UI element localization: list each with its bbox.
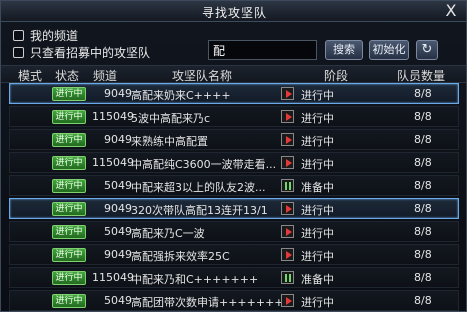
channel-cell: 9049 (104, 202, 132, 215)
phase-cell: 进行中 (301, 89, 334, 102)
party-name-cell: 高配团带次数申请+++++++... (131, 296, 295, 309)
members-cell: 8/8 (414, 110, 432, 123)
my-channel-checkbox[interactable]: 我的频道 (13, 27, 78, 44)
phase-cell: 准备中 (301, 181, 334, 194)
table-row[interactable]: 进行中 9049 来熟练中高配置 进行中 8/8 (9, 129, 459, 150)
refresh-icon[interactable]: ↻ (416, 40, 438, 60)
table-row[interactable]: 进行中 9049 高配来奶来C++++ 进行中 8/8 (9, 83, 459, 104)
channel-cell: 5049 (104, 225, 132, 238)
channel-cell: 115049 (92, 271, 134, 284)
phase-cell: 进行中 (301, 296, 334, 309)
column-status[interactable]: 状态 (55, 67, 79, 84)
phase-play-icon (281, 225, 294, 238)
status-badge: 进行中 (52, 225, 86, 239)
party-name-cell: 高配强拆来效率25C (131, 250, 230, 263)
party-name-cell: 中高配纯C3600一波带走看... (131, 158, 277, 171)
status-badge: 进行中 (52, 87, 86, 101)
members-cell: 8/8 (414, 87, 432, 100)
recruiting-only-label: 只查看招募中的攻坚队 (30, 46, 151, 60)
channel-cell: 9049 (104, 87, 132, 100)
channel-cell: 9049 (104, 133, 132, 146)
members-cell: 8/8 (414, 294, 432, 307)
filter-panel: 我的频道 只查看招募中的攻坚队 搜索 初始化 ↻ (1, 23, 466, 65)
table-row[interactable]: 进行中 9049 高配强拆来效率25C 进行中 8/8 (9, 244, 459, 265)
phase-cell: 进行中 (301, 250, 334, 263)
table-row[interactable]: 进行中 115049 5波中高配来乃c 进行中 8/8 (9, 106, 459, 127)
party-name-cell: 高配来乃C一波 (131, 227, 205, 240)
phase-cell: 进行中 (301, 204, 334, 217)
channel-cell: 9049 (104, 248, 132, 261)
table-row[interactable]: 进行中 5049 高配来乃C一波 进行中 8/8 (9, 221, 459, 242)
recruiting-only-checkbox[interactable]: 只查看招募中的攻坚队 (13, 44, 150, 61)
search-button[interactable]: 搜索 (325, 40, 363, 60)
table-row[interactable]: 进行中 9049 320次带队高配13连开13/1 进行中 8/8 (9, 198, 459, 219)
members-cell: 8/8 (414, 202, 432, 215)
channel-cell: 5049 (104, 179, 132, 192)
column-phase[interactable]: 阶段 (324, 67, 348, 84)
status-badge: 进行中 (52, 179, 86, 193)
phase-play-icon (281, 202, 294, 215)
party-name-cell: 中配来超3以上的队友2波... (131, 181, 266, 194)
channel-cell: 115049 (92, 110, 134, 123)
party-name-cell: 中配来乃和C+++++++ (131, 273, 259, 286)
members-cell: 8/8 (414, 225, 432, 238)
party-name-cell: 来熟练中高配置 (131, 135, 208, 148)
raid-party-list: 进行中 9049 高配来奶来C++++ 进行中 8/8 进行中 115049 5波中高配来乃c… (1, 83, 466, 311)
phase-play-icon (281, 133, 294, 146)
phase-play-icon (281, 87, 294, 100)
status-badge: 进行中 (52, 202, 86, 216)
phase-cell: 进行中 (301, 135, 334, 148)
phase-pause-icon (281, 179, 294, 192)
members-cell: 8/8 (414, 271, 432, 284)
channel-cell: 5049 (104, 294, 132, 307)
phase-pause-icon (281, 271, 294, 284)
members-cell: 8/8 (414, 156, 432, 169)
status-badge: 进行中 (52, 248, 86, 262)
column-name[interactable]: 攻坚队名称 (172, 67, 232, 84)
table-header: 模式 状态 频道 攻坚队名称 阶段 队员数量 (1, 65, 466, 84)
status-badge: 进行中 (52, 156, 86, 170)
channel-cell: 115049 (92, 156, 134, 169)
title-bar[interactable]: 寻找攻坚队 X (1, 1, 466, 22)
members-cell: 8/8 (414, 179, 432, 192)
status-badge: 进行中 (52, 110, 86, 124)
phase-cell: 进行中 (301, 227, 334, 240)
column-channel[interactable]: 频道 (93, 67, 117, 84)
members-cell: 8/8 (414, 248, 432, 261)
party-name-cell: 320次带队高配13连开13/1 (131, 204, 268, 217)
reset-button[interactable]: 初始化 (369, 40, 409, 60)
phase-play-icon (281, 248, 294, 261)
table-row[interactable]: 进行中 5049 高配团带次数申请+++++++... 进行中 8/8 (9, 290, 459, 311)
status-badge: 进行中 (52, 294, 86, 308)
search-input[interactable] (208, 40, 317, 60)
phase-play-icon (281, 110, 294, 123)
status-badge: 进行中 (52, 271, 86, 285)
table-row[interactable]: 进行中 115049 中高配纯C3600一波带走看... 进行中 8/8 (9, 152, 459, 173)
phase-cell: 进行中 (301, 112, 334, 125)
checkbox-icon[interactable] (13, 30, 24, 41)
phase-cell: 进行中 (301, 158, 334, 171)
phase-play-icon (281, 294, 294, 307)
checkbox-icon[interactable] (13, 47, 24, 58)
members-cell: 8/8 (414, 133, 432, 146)
table-row[interactable]: 进行中 115049 中配来乃和C+++++++ 准备中 8/8 (9, 267, 459, 288)
phase-cell: 准备中 (301, 273, 334, 286)
status-badge: 进行中 (52, 133, 86, 147)
party-name-cell: 高配来奶来C++++ (131, 89, 231, 102)
table-row[interactable]: 进行中 5049 中配来超3以上的队友2波... 准备中 8/8 (9, 175, 459, 196)
find-raid-party-window: 寻找攻坚队 X 我的频道 只查看招募中的攻坚队 搜索 初始化 ↻ 模式 状态 频… (0, 0, 467, 312)
phase-play-icon (281, 156, 294, 169)
column-members[interactable]: 队员数量 (397, 67, 445, 84)
my-channel-label: 我的频道 (30, 29, 79, 43)
party-name-cell: 5波中高配来乃c (131, 112, 211, 125)
column-mode[interactable]: 模式 (18, 67, 42, 84)
window-title: 寻找攻坚队 (201, 6, 267, 20)
close-icon[interactable]: X (442, 2, 460, 20)
